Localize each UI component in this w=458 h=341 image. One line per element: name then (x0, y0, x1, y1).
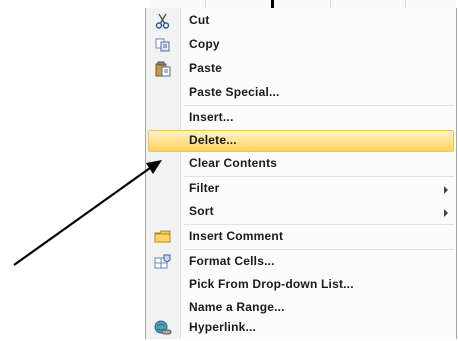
annotation-arrow (13, 160, 162, 266)
